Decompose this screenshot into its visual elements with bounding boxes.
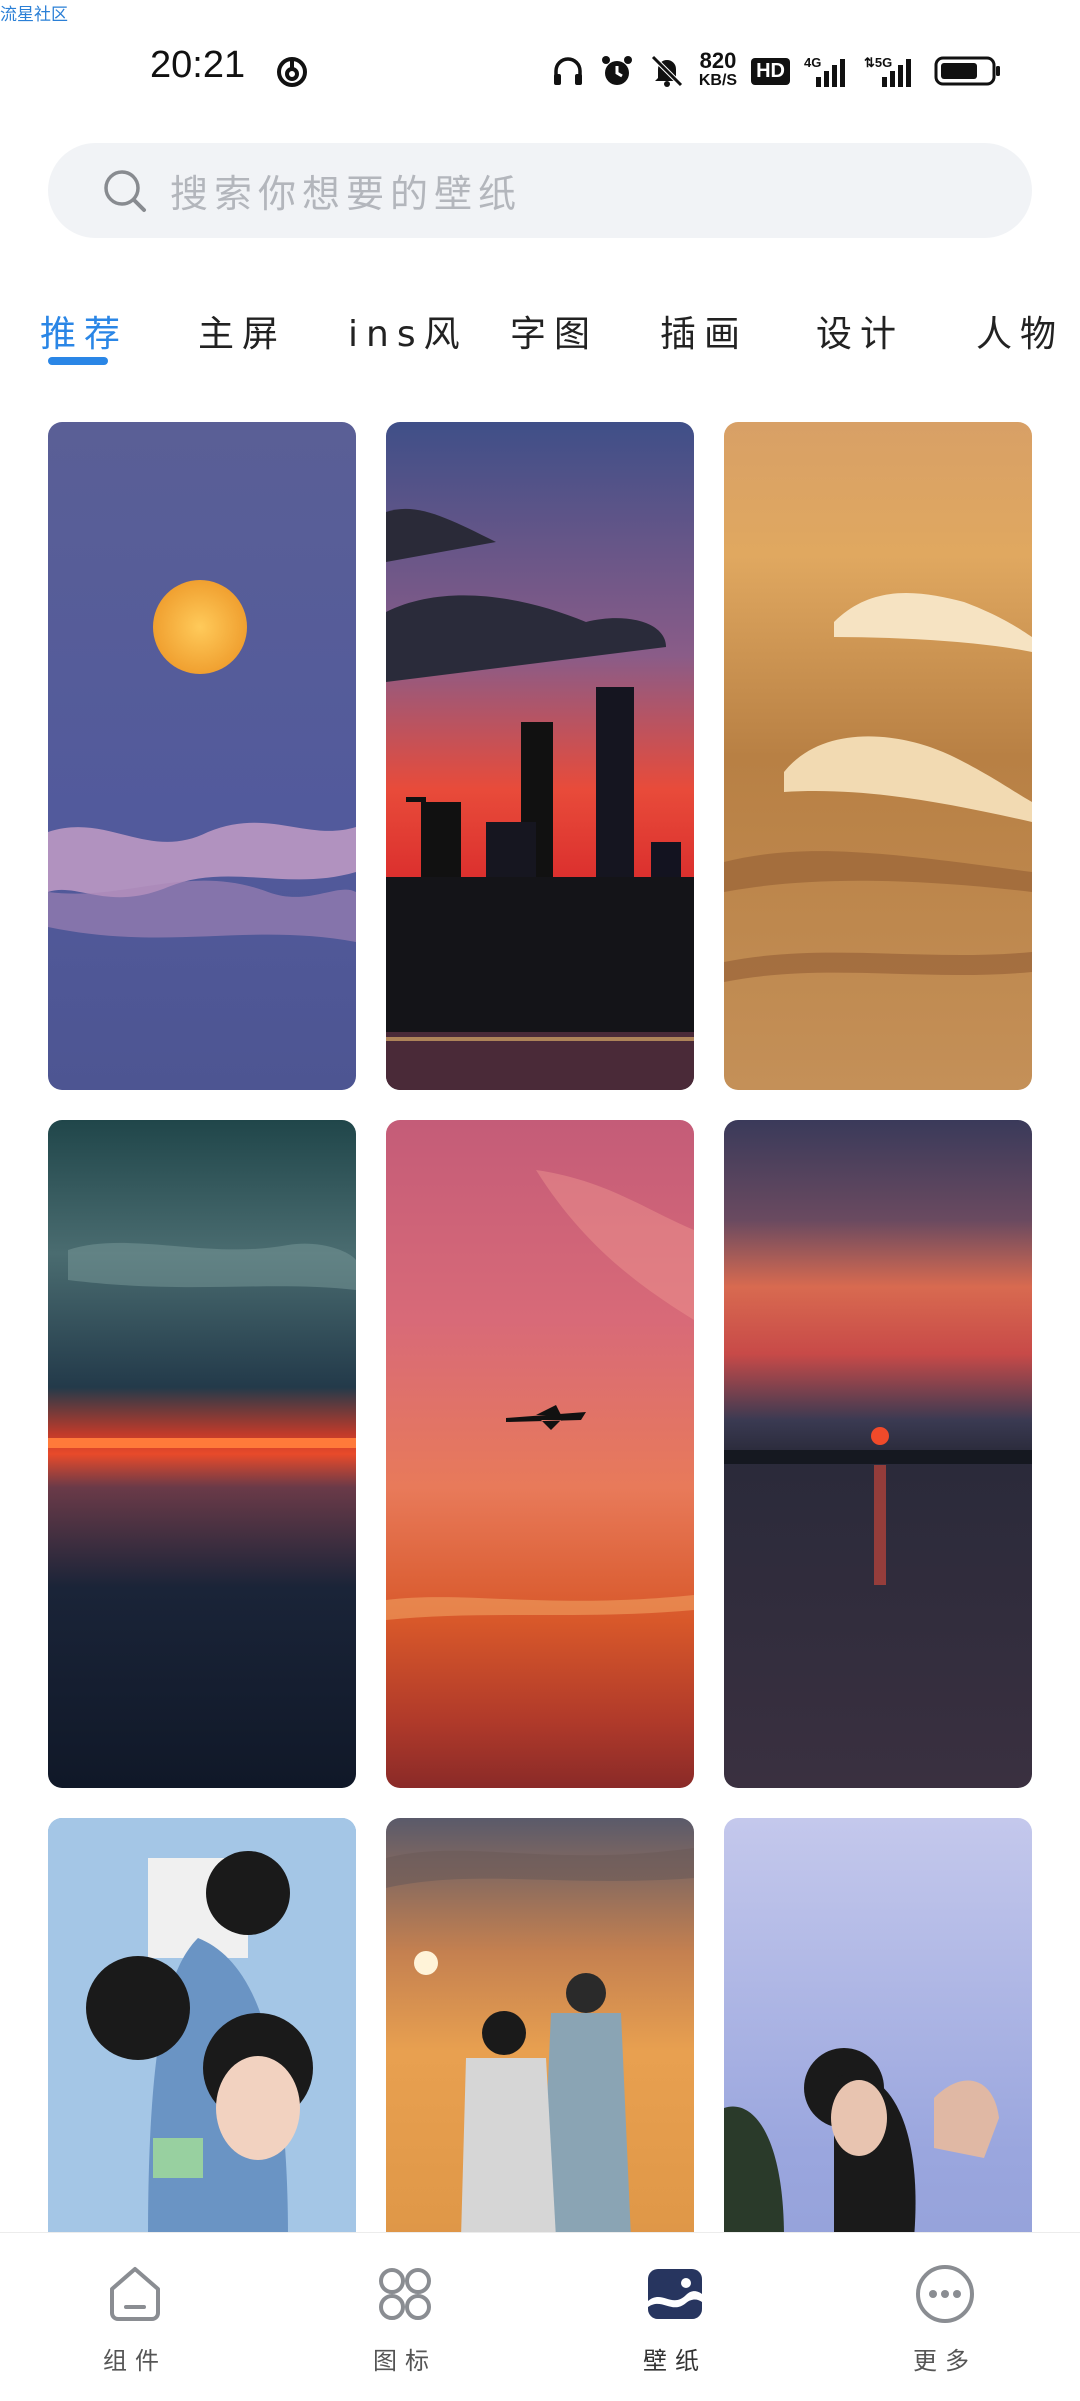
tab-active-indicator <box>48 357 108 365</box>
bottom-navigation: 组件 图标 壁纸 更多 <box>0 2232 1080 2401</box>
search-icon <box>104 169 146 212</box>
nav-icons[interactable]: 图标 <box>325 2261 485 2391</box>
tab-design[interactable]: 设计 <box>816 305 904 357</box>
tab-text-images[interactable]: 字图 <box>510 305 598 357</box>
svg-text:⇅5G: ⇅5G <box>864 55 892 70</box>
wallpaper-couple-sunset <box>386 1818 694 2232</box>
widget-icon <box>110 2267 160 2321</box>
wallpaper-card[interactable] <box>724 422 1032 1090</box>
signal-4g-icon: 4G <box>804 53 850 89</box>
nav-widgets[interactable]: 组件 <box>55 2261 215 2391</box>
wallpaper-grid <box>48 422 1032 2232</box>
wallpaper-card[interactable] <box>724 1818 1032 2232</box>
wallpaper-girl-sea <box>724 1818 1032 2232</box>
wallpaper-card[interactable] <box>48 1818 356 2232</box>
wallpaper-dark-horizon <box>48 1120 356 1788</box>
status-bar: 20:21 820 KB/S HD 4G ⇅5G <box>0 0 1080 140</box>
wallpaper-ocean-waves <box>724 422 1032 1090</box>
wallpaper-card[interactable] <box>48 1120 356 1788</box>
search-bar[interactable]: 搜索你想要的壁纸 <box>48 143 1032 238</box>
wallpaper-airplane-sunset <box>386 1120 694 1788</box>
nav-more[interactable]: 更多 <box>865 2261 1025 2391</box>
nfc-icon <box>277 57 307 87</box>
wallpaper-city-sunset <box>386 422 694 1090</box>
wallpaper-card[interactable] <box>48 422 356 1090</box>
wallpaper-graduates <box>48 1818 356 2232</box>
wallpaper-card[interactable] <box>386 1120 694 1788</box>
category-tabs: 推荐 主屏 ins风 字图 插画 设计 人物 <box>0 295 1080 375</box>
tab-illustration[interactable]: 插画 <box>660 305 748 357</box>
battery-icon <box>934 55 1002 87</box>
tab-recommended[interactable]: 推荐 <box>40 305 128 357</box>
wallpaper-moon-clouds <box>48 422 356 1090</box>
tab-ins-style[interactable]: ins风 <box>348 305 468 357</box>
mute-icon <box>649 53 685 89</box>
network-speed: 820 KB/S <box>698 48 738 90</box>
alarm-icon <box>599 53 635 89</box>
status-time: 20:21 <box>150 44 246 86</box>
wallpaper-icon <box>648 2269 702 2319</box>
svg-text:4G: 4G <box>804 55 821 70</box>
icons-grid-icon <box>379 2268 431 2320</box>
wallpaper-card[interactable] <box>386 1818 694 2232</box>
headphones-icon <box>551 54 585 88</box>
status-icons: 820 KB/S HD 4G ⇅5G <box>551 48 1002 94</box>
wallpaper-card[interactable] <box>724 1120 1032 1788</box>
search-placeholder: 搜索你想要的壁纸 <box>170 172 523 216</box>
hd-voice-badge: HD <box>751 57 790 85</box>
tab-people[interactable]: 人物 <box>976 305 1064 357</box>
wallpaper-card[interactable] <box>386 422 694 1090</box>
nav-wallpapers[interactable]: 壁纸 <box>595 2261 755 2391</box>
tab-home-screen[interactable]: 主屏 <box>198 305 286 357</box>
signal-5g-icon: ⇅5G <box>864 53 920 89</box>
more-icon <box>916 2265 974 2323</box>
wallpaper-lake-sunset <box>724 1120 1032 1788</box>
